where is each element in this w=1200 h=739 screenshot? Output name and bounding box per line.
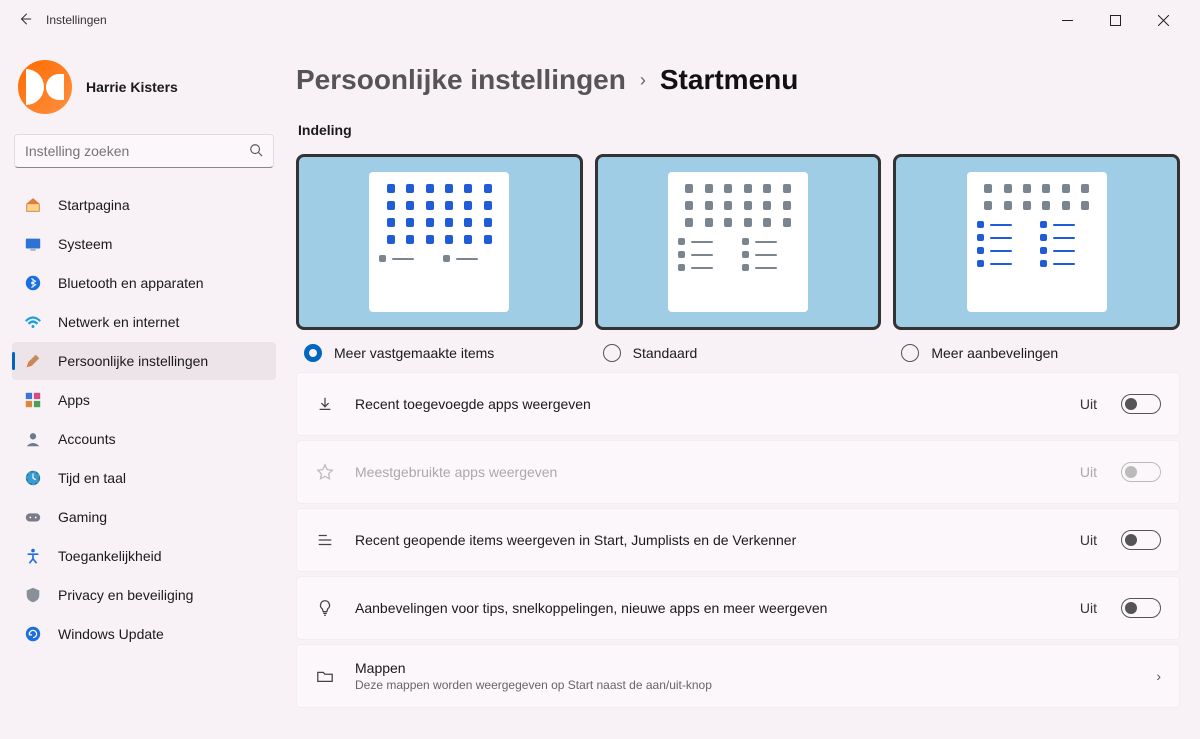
- layout-options: Meer vastgemaakte items: [296, 142, 1180, 372]
- toggle-state: Uit: [1080, 532, 1097, 548]
- privacy-icon: [24, 586, 42, 604]
- nav: Startpagina Systeem Bluetooth en apparat…: [12, 186, 276, 653]
- nav-gaming[interactable]: Gaming: [12, 498, 276, 536]
- content: Persoonlijke instellingen › Startmenu In…: [288, 40, 1200, 739]
- layout-preview: [296, 154, 583, 330]
- back-button[interactable]: [18, 12, 46, 29]
- breadcrumb: Persoonlijke instellingen › Startmenu: [296, 50, 1180, 104]
- settings-rows: Recent toegevoegde apps weergeven Uit Me…: [296, 372, 1180, 728]
- close-button[interactable]: [1148, 5, 1178, 35]
- row-recent-apps: Recent toegevoegde apps weergeven Uit: [296, 372, 1180, 436]
- radio-more-recommendations[interactable]: Meer aanbevelingen: [893, 330, 1180, 372]
- nav-network[interactable]: Netwerk en internet: [12, 303, 276, 341]
- system-icon: [24, 235, 42, 253]
- breadcrumb-parent[interactable]: Persoonlijke instellingen: [296, 64, 626, 96]
- gaming-icon: [24, 508, 42, 526]
- layout-option-more-pinned[interactable]: Meer vastgemaakte items: [296, 154, 583, 372]
- nav-label: Bluetooth en apparaten: [58, 275, 204, 291]
- layout-option-default[interactable]: Standaard: [595, 154, 882, 372]
- nav-privacy[interactable]: Privacy en beveiliging: [12, 576, 276, 614]
- toggle-state: Uit: [1080, 600, 1097, 616]
- row-label: Recent toegevoegde apps weergeven: [355, 396, 1060, 412]
- radio-icon: [304, 344, 322, 362]
- bluetooth-icon: [24, 274, 42, 292]
- nav-accessibility[interactable]: Toegankelijkheid: [12, 537, 276, 575]
- home-icon: [24, 196, 42, 214]
- row-most-used-apps: Meestgebruikte apps weergeven Uit: [296, 440, 1180, 504]
- nav-label: Persoonlijke instellingen: [58, 353, 208, 369]
- row-folders[interactable]: Mappen Deze mappen worden weergegeven op…: [296, 644, 1180, 708]
- row-label: Aanbevelingen voor tips, snelkoppelingen…: [355, 600, 1060, 616]
- search-icon: [249, 143, 263, 160]
- folder-icon: [315, 667, 335, 685]
- maximize-button[interactable]: [1100, 5, 1130, 35]
- nav-apps[interactable]: Apps: [12, 381, 276, 419]
- row-label: Meestgebruikte apps weergeven: [355, 464, 1060, 480]
- row-recommendations: Aanbevelingen voor tips, snelkoppelingen…: [296, 576, 1180, 640]
- user-block[interactable]: Harrie Kisters: [12, 50, 276, 134]
- toggle[interactable]: [1121, 598, 1161, 618]
- row-label: Recent geopende items weergeven in Start…: [355, 532, 1060, 548]
- layout-option-more-recommendations[interactable]: Meer aanbevelingen: [893, 154, 1180, 372]
- accounts-icon: [24, 430, 42, 448]
- nav-label: Privacy en beveiliging: [58, 587, 193, 603]
- search-input[interactable]: [25, 143, 249, 159]
- update-icon: [24, 625, 42, 643]
- nav-label: Systeem: [58, 236, 112, 252]
- time-icon: [24, 469, 42, 487]
- window-controls: [1052, 5, 1190, 35]
- lightbulb-icon: [315, 599, 335, 617]
- nav-label: Gaming: [58, 509, 107, 525]
- row-title: Mappen: [355, 660, 1136, 676]
- list-icon: [315, 531, 335, 549]
- user-name: Harrie Kisters: [86, 79, 178, 95]
- download-icon: [315, 395, 335, 413]
- search-box[interactable]: [14, 134, 274, 168]
- minimize-button[interactable]: [1052, 5, 1082, 35]
- nav-personalization[interactable]: Persoonlijke instellingen: [12, 342, 276, 380]
- nav-label: Apps: [58, 392, 90, 408]
- chevron-right-icon: ›: [1156, 668, 1161, 684]
- nav-label: Netwerk en internet: [58, 314, 179, 330]
- avatar: [18, 60, 72, 114]
- layout-preview: [595, 154, 882, 330]
- nav-label: Accounts: [58, 431, 116, 447]
- row-recent-items: Recent geopende items weergeven in Start…: [296, 508, 1180, 572]
- radio-more-pinned[interactable]: Meer vastgemaakte items: [296, 330, 583, 372]
- nav-time-language[interactable]: Tijd en taal: [12, 459, 276, 497]
- radio-label: Meer aanbevelingen: [931, 345, 1058, 361]
- radio-icon: [603, 344, 621, 362]
- toggle: [1121, 462, 1161, 482]
- sidebar: Harrie Kisters Startpagina Systeem Bluet…: [0, 40, 288, 739]
- nav-accounts[interactable]: Accounts: [12, 420, 276, 458]
- toggle[interactable]: [1121, 530, 1161, 550]
- nav-update[interactable]: Windows Update: [12, 615, 276, 653]
- nav-bluetooth[interactable]: Bluetooth en apparaten: [12, 264, 276, 302]
- nav-label: Toegankelijkheid: [58, 548, 162, 564]
- personalization-icon: [24, 352, 42, 370]
- titlebar: Instellingen: [0, 0, 1200, 40]
- app-title: Instellingen: [46, 13, 107, 27]
- radio-label: Meer vastgemaakte items: [334, 345, 494, 361]
- nav-label: Tijd en taal: [58, 470, 126, 486]
- row-subtitle: Deze mappen worden weergegeven op Start …: [355, 678, 1136, 692]
- apps-icon: [24, 391, 42, 409]
- network-icon: [24, 313, 42, 331]
- page-title: Startmenu: [660, 64, 798, 96]
- section-label-layout: Indeling: [296, 104, 1180, 142]
- toggle[interactable]: [1121, 394, 1161, 414]
- accessibility-icon: [24, 547, 42, 565]
- layout-preview: [893, 154, 1180, 330]
- toggle-state: Uit: [1080, 464, 1097, 480]
- nav-label: Startpagina: [58, 197, 130, 213]
- toggle-state: Uit: [1080, 396, 1097, 412]
- star-icon: [315, 463, 335, 481]
- nav-home[interactable]: Startpagina: [12, 186, 276, 224]
- chevron-right-icon: ›: [640, 70, 646, 91]
- nav-label: Windows Update: [58, 626, 164, 642]
- radio-icon: [901, 344, 919, 362]
- nav-system[interactable]: Systeem: [12, 225, 276, 263]
- radio-label: Standaard: [633, 345, 698, 361]
- radio-default[interactable]: Standaard: [595, 330, 882, 372]
